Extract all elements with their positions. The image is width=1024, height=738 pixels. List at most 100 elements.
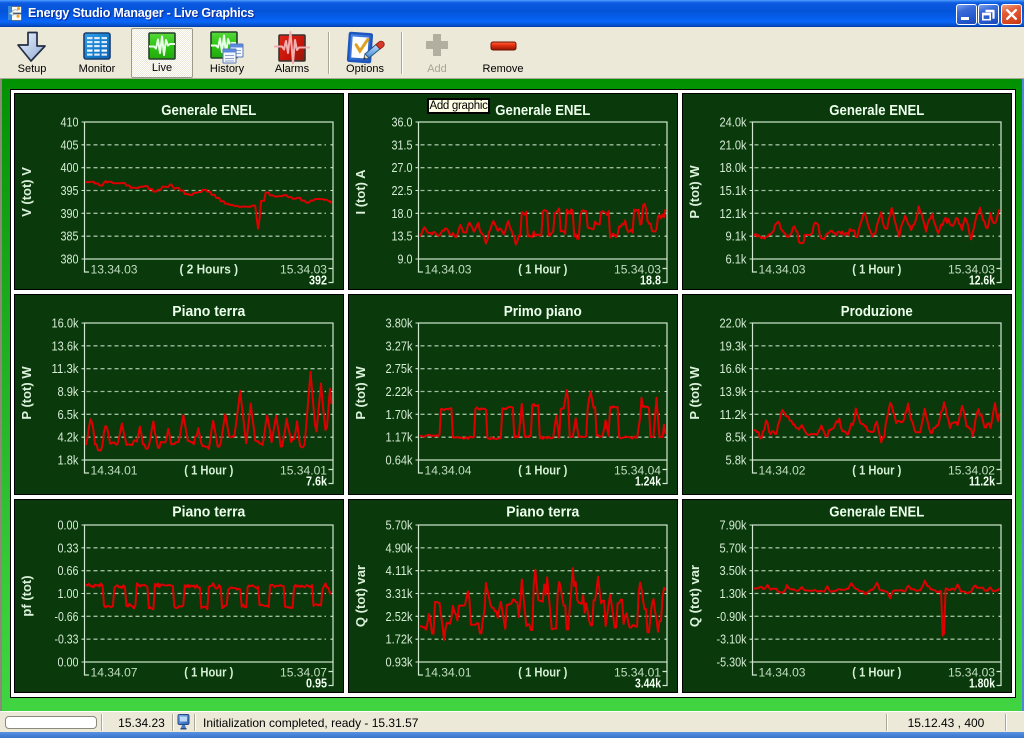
svg-text:14.34.03: 14.34.03 bbox=[425, 262, 472, 276]
svg-text:Primo piano: Primo piano bbox=[504, 303, 582, 320]
svg-text:-3.10k: -3.10k bbox=[716, 633, 747, 647]
svg-text:( 2 Hours ): ( 2 Hours ) bbox=[180, 262, 239, 276]
svg-text:13.6k: 13.6k bbox=[52, 339, 80, 353]
svg-text:0.93k: 0.93k bbox=[386, 656, 414, 670]
svg-text:1.00: 1.00 bbox=[58, 587, 79, 601]
svg-text:pf (tot): pf (tot) bbox=[19, 575, 34, 616]
svg-text:I (tot) A: I (tot) A bbox=[353, 169, 368, 215]
svg-text:14.34.07: 14.34.07 bbox=[91, 665, 138, 679]
svg-text:24.0k: 24.0k bbox=[719, 116, 747, 130]
svg-text:( 1 Hour ): ( 1 Hour ) bbox=[852, 463, 901, 477]
svg-text:7.90k: 7.90k bbox=[719, 519, 747, 533]
svg-text:1.80k: 1.80k bbox=[969, 676, 996, 691]
svg-text:11.3k: 11.3k bbox=[52, 362, 80, 376]
svg-text:8.9k: 8.9k bbox=[58, 385, 80, 399]
svg-text:5.70k: 5.70k bbox=[719, 541, 747, 555]
svg-text:4.2k: 4.2k bbox=[58, 430, 80, 444]
svg-text:18.8: 18.8 bbox=[640, 273, 661, 288]
svg-text:405: 405 bbox=[61, 138, 79, 152]
svg-text:12.6k: 12.6k bbox=[969, 273, 996, 288]
svg-text:11.2k: 11.2k bbox=[719, 407, 747, 421]
svg-text:400: 400 bbox=[61, 161, 79, 175]
svg-text:14.34.02: 14.34.02 bbox=[758, 463, 805, 477]
svg-text:15.1k: 15.1k bbox=[719, 184, 747, 198]
svg-text:0.66: 0.66 bbox=[58, 564, 79, 578]
svg-text:3.80k: 3.80k bbox=[386, 316, 414, 330]
svg-text:1.72k: 1.72k bbox=[386, 633, 414, 647]
svg-text:( 1 Hour ): ( 1 Hour ) bbox=[518, 463, 567, 477]
svg-text:14.34.03: 14.34.03 bbox=[758, 665, 805, 679]
svg-text:14.34.01: 14.34.01 bbox=[91, 463, 138, 477]
svg-text:2.52k: 2.52k bbox=[386, 610, 414, 624]
svg-text:11.2k: 11.2k bbox=[969, 473, 996, 488]
svg-text:( 1 Hour ): ( 1 Hour ) bbox=[184, 463, 233, 477]
svg-text:2.75k: 2.75k bbox=[386, 362, 414, 376]
svg-text:Generale ENEL: Generale ENEL bbox=[161, 102, 256, 119]
svg-text:5.8k: 5.8k bbox=[725, 453, 747, 467]
svg-text:P (tot) W: P (tot) W bbox=[353, 365, 368, 419]
svg-text:36.0: 36.0 bbox=[392, 116, 413, 130]
svg-text:9.0: 9.0 bbox=[398, 253, 413, 267]
svg-text:Piano terra: Piano terra bbox=[506, 504, 580, 521]
svg-text:1.17k: 1.17k bbox=[386, 430, 414, 444]
svg-text:3.44k: 3.44k bbox=[635, 676, 662, 691]
svg-text:0.33: 0.33 bbox=[58, 541, 79, 555]
svg-text:-0.66: -0.66 bbox=[55, 610, 79, 624]
svg-text:14.34.01: 14.34.01 bbox=[425, 665, 472, 679]
svg-text:Q (tot) var: Q (tot) var bbox=[687, 565, 702, 627]
svg-text:14.34.04: 14.34.04 bbox=[425, 463, 472, 477]
svg-text:14.34.03: 14.34.03 bbox=[758, 262, 805, 276]
svg-text:22.5: 22.5 bbox=[392, 184, 413, 198]
svg-text:( 1 Hour ): ( 1 Hour ) bbox=[852, 262, 901, 276]
svg-text:0.00: 0.00 bbox=[58, 519, 79, 533]
svg-text:6.1k: 6.1k bbox=[725, 253, 747, 267]
svg-text:0.00: 0.00 bbox=[58, 656, 79, 670]
svg-text:4.11k: 4.11k bbox=[386, 564, 414, 578]
svg-text:( 1 Hour ): ( 1 Hour ) bbox=[518, 665, 567, 679]
svg-text:1.70k: 1.70k bbox=[386, 407, 414, 421]
svg-text:3.27k: 3.27k bbox=[386, 339, 414, 353]
svg-text:390: 390 bbox=[61, 207, 79, 221]
svg-text:V (tot) V: V (tot) V bbox=[19, 167, 34, 217]
svg-text:13.9k: 13.9k bbox=[719, 385, 747, 399]
svg-text:P (tot) W: P (tot) W bbox=[687, 365, 702, 419]
svg-text:18.0k: 18.0k bbox=[719, 161, 747, 175]
svg-text:395: 395 bbox=[61, 184, 79, 198]
svg-text:5.70k: 5.70k bbox=[386, 519, 414, 533]
svg-text:0.64k: 0.64k bbox=[386, 453, 414, 467]
svg-text:12.1k: 12.1k bbox=[719, 207, 747, 221]
svg-text:0.95: 0.95 bbox=[306, 676, 327, 691]
svg-text:16.6k: 16.6k bbox=[719, 362, 747, 376]
svg-text:4.90k: 4.90k bbox=[386, 541, 414, 555]
svg-text:19.3k: 19.3k bbox=[719, 339, 747, 353]
svg-text:Generale ENEL: Generale ENEL bbox=[829, 504, 924, 521]
svg-text:-0.33: -0.33 bbox=[55, 633, 79, 647]
svg-text:27.0: 27.0 bbox=[392, 161, 413, 175]
svg-text:13.34.03: 13.34.03 bbox=[91, 262, 138, 276]
svg-text:21.0k: 21.0k bbox=[719, 138, 747, 152]
svg-text:Generale ENEL: Generale ENEL bbox=[495, 102, 590, 119]
svg-text:7.6k: 7.6k bbox=[306, 473, 328, 488]
svg-text:2.22k: 2.22k bbox=[386, 385, 414, 399]
svg-text:1.8k: 1.8k bbox=[58, 453, 80, 467]
svg-text:16.0k: 16.0k bbox=[52, 316, 80, 330]
svg-text:3.31k: 3.31k bbox=[386, 587, 414, 601]
svg-text:Q (tot) var: Q (tot) var bbox=[353, 565, 368, 627]
svg-text:3.50k: 3.50k bbox=[719, 564, 747, 578]
svg-text:392: 392 bbox=[309, 273, 327, 288]
svg-text:31.5: 31.5 bbox=[392, 138, 413, 152]
svg-text:385: 385 bbox=[61, 230, 79, 244]
svg-text:380: 380 bbox=[61, 253, 79, 267]
svg-text:( 1 Hour ): ( 1 Hour ) bbox=[852, 665, 901, 679]
svg-text:Piano terra: Piano terra bbox=[172, 303, 246, 320]
svg-text:18.0: 18.0 bbox=[392, 207, 413, 221]
svg-text:( 1 Hour ): ( 1 Hour ) bbox=[184, 665, 233, 679]
svg-text:6.5k: 6.5k bbox=[58, 407, 80, 421]
svg-text:13.5: 13.5 bbox=[392, 230, 413, 244]
svg-text:8.5k: 8.5k bbox=[725, 430, 747, 444]
svg-text:( 1 Hour ): ( 1 Hour ) bbox=[518, 262, 567, 276]
svg-text:Produzione: Produzione bbox=[840, 303, 912, 320]
svg-text:Generale ENEL: Generale ENEL bbox=[829, 102, 924, 119]
svg-text:-0.90k: -0.90k bbox=[716, 610, 747, 624]
svg-text:9.1k: 9.1k bbox=[725, 230, 747, 244]
